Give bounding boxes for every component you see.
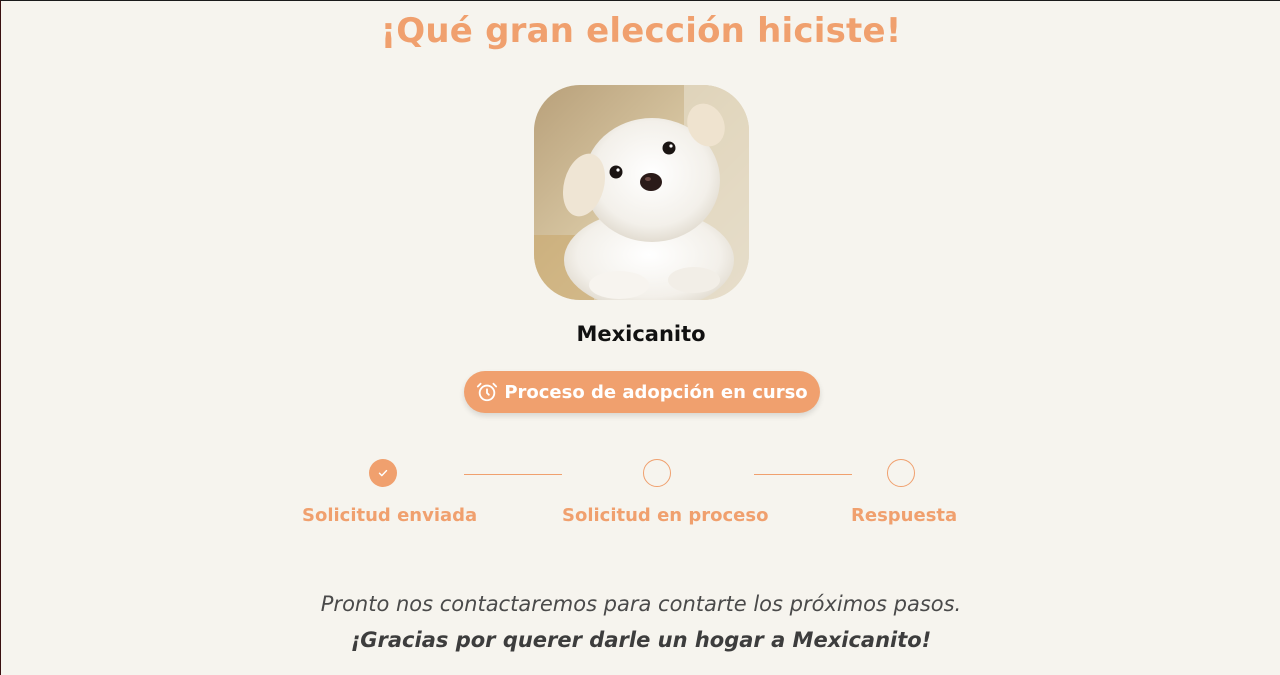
next-steps-message: Pronto nos contactaremos para contarte l… xyxy=(320,592,962,616)
check-icon xyxy=(378,469,388,477)
puppy-illustration xyxy=(534,85,749,300)
adoption-confirmation-page: ¡Qué gran elección hiciste! Mexicanito P… xyxy=(1,1,1280,675)
step-connector-1 xyxy=(464,474,562,475)
step-3-indicator xyxy=(887,459,915,487)
thank-you-message: ¡Gracias por querer darle un hogar a Mex… xyxy=(350,628,932,652)
page-title: ¡Qué gran elección hiciste! xyxy=(380,11,902,51)
step-3-label: Respuesta xyxy=(851,505,958,526)
pet-photo xyxy=(534,85,749,300)
step-2-label: Solicitud en proceso xyxy=(562,505,769,526)
step-1-label: Solicitud enviada xyxy=(302,505,478,526)
adoption-status-label: Proceso de adopción en curso xyxy=(504,381,808,403)
adoption-status-badge: Proceso de adopción en curso xyxy=(464,371,820,413)
step-1-indicator xyxy=(369,459,397,487)
step-2-indicator xyxy=(643,459,671,487)
step-connector-2 xyxy=(754,474,852,475)
alarm-clock-icon xyxy=(476,381,498,403)
pet-name: Mexicanito xyxy=(576,322,706,346)
